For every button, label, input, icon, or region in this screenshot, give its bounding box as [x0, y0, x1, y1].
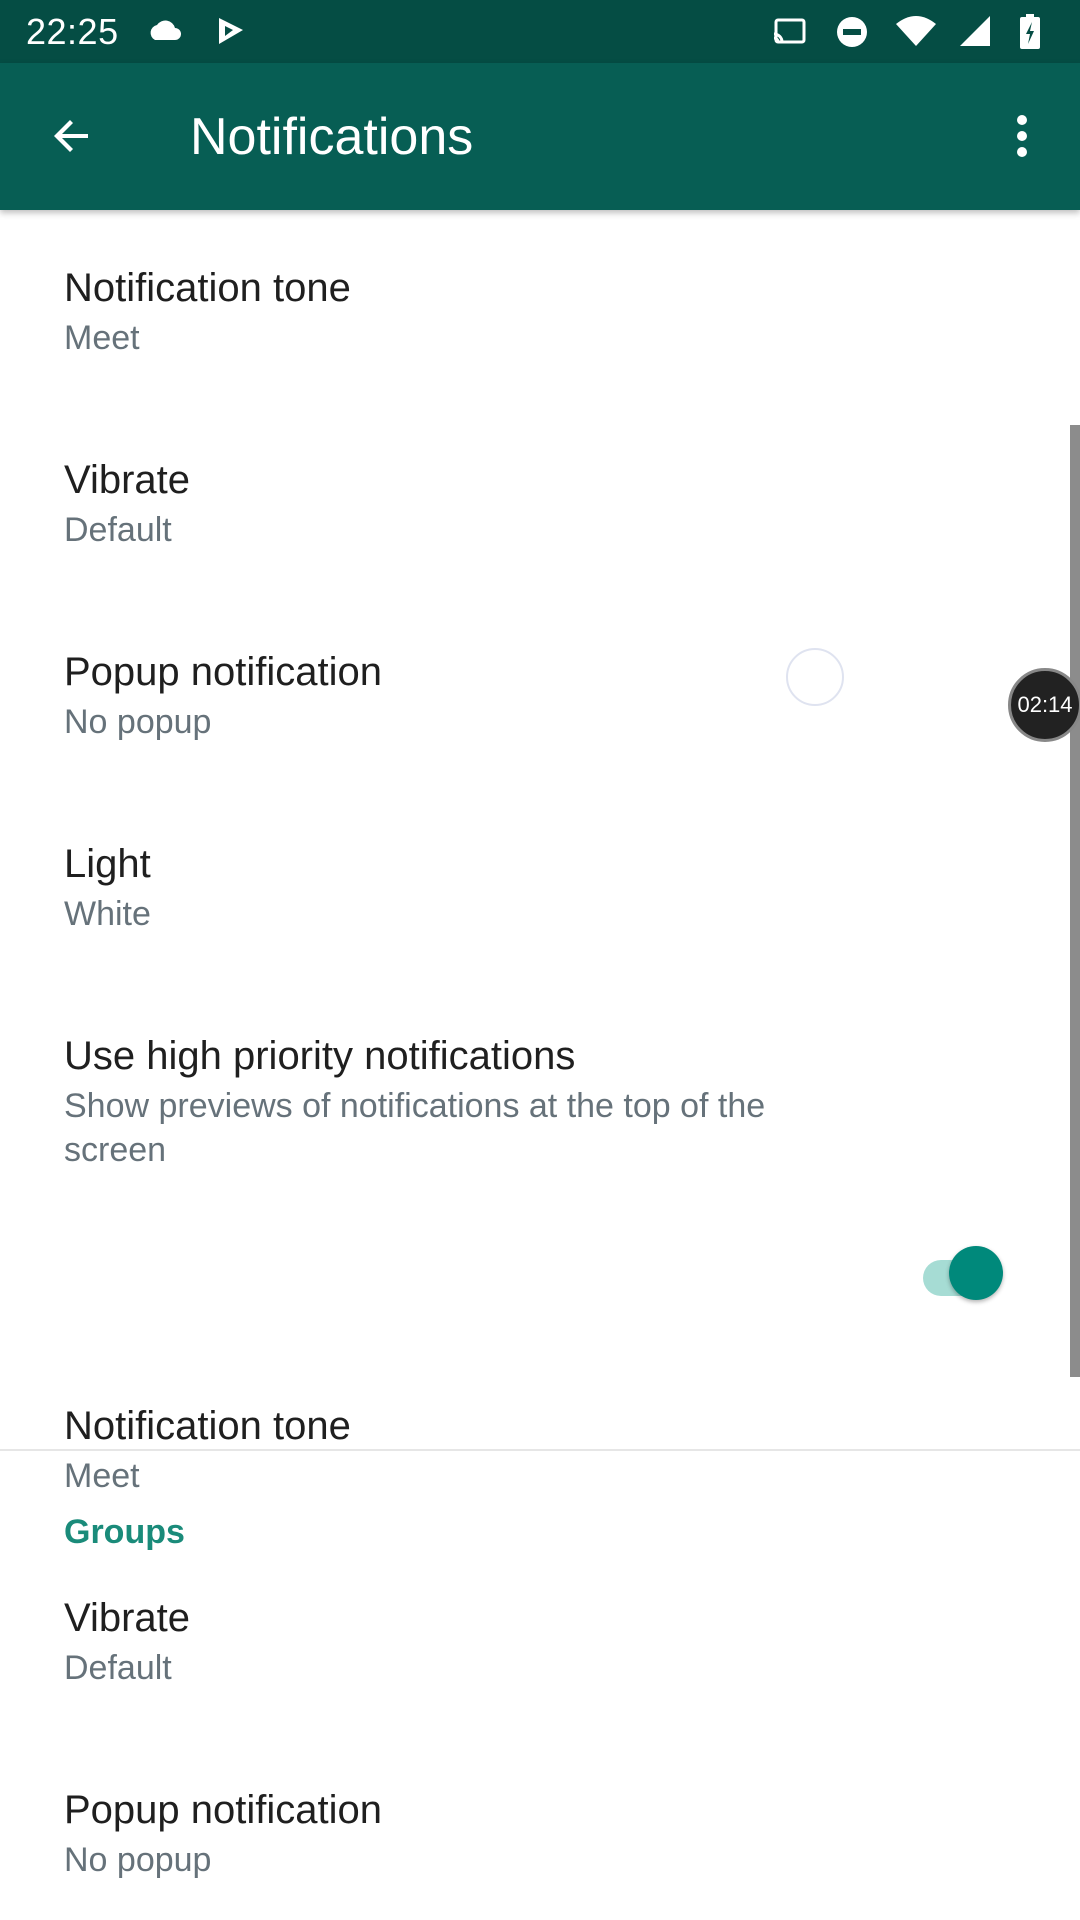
setting-popup-notification[interactable]: Popup notification No popup: [64, 648, 382, 744]
app-bar: Notifications: [0, 63, 1080, 210]
back-button[interactable]: [40, 104, 104, 168]
group-setting-vibrate[interactable]: Vibrate Default: [64, 1594, 190, 1690]
setting-vibrate[interactable]: Vibrate Default: [64, 456, 190, 552]
setting-title: Popup notification: [64, 1788, 383, 1832]
more-options-button[interactable]: [990, 104, 1054, 168]
setting-description: Show previews of notifications at the to…: [64, 1087, 766, 1169]
setting-title: Use high priority notifications: [64, 1034, 576, 1078]
status-time: 22:25: [26, 10, 119, 52]
toggle-thumb: [949, 1246, 1003, 1300]
setting-value: No popup: [64, 1841, 212, 1879]
status-bar-right: [770, 12, 1058, 52]
arrow-back-icon: [54, 120, 88, 152]
setting-title: Notification tone: [64, 266, 351, 310]
setting-value: Default: [64, 1649, 172, 1687]
setting-notification-tone[interactable]: Notification tone Meet: [64, 264, 351, 360]
timer-bubble[interactable]: 02:14: [1008, 668, 1080, 742]
status-bar-left: 22:25: [26, 11, 251, 53]
setting-title: Notification tone: [64, 1404, 351, 1448]
setting-value: No popup: [64, 703, 212, 741]
setting-title: Popup notification: [64, 650, 383, 694]
setting-value: Default: [64, 511, 172, 549]
setting-title: Vibrate: [64, 458, 191, 502]
setting-title: Light: [64, 842, 151, 886]
high-priority-toggle[interactable]: [921, 1242, 1005, 1302]
play-store-icon: [211, 12, 251, 52]
setting-high-priority[interactable]: Use high priority notifications Show pre…: [64, 1032, 864, 1172]
do-not-disturb-icon: [832, 12, 872, 52]
battery-charging-icon: [1018, 12, 1058, 52]
wifi-icon: [894, 12, 936, 52]
setting-title: Vibrate: [64, 1596, 191, 1640]
touch-ripple: [786, 648, 844, 706]
cast-icon: [770, 12, 810, 52]
cloud-icon: [145, 12, 185, 52]
setting-value: Meet: [64, 319, 140, 357]
group-setting-popup-notification[interactable]: Popup notification No popup: [64, 1786, 382, 1882]
signal-icon: [956, 12, 996, 52]
group-setting-notification-tone[interactable]: Notification tone Meet: [64, 1402, 351, 1498]
groups-section-header: Groups: [64, 1513, 185, 1551]
scrollbar[interactable]: [1070, 425, 1080, 1377]
more-vert-icon: [1017, 115, 1027, 157]
page-title: Notifications: [190, 108, 474, 166]
setting-value: White: [64, 895, 151, 933]
setting-value: Meet: [64, 1457, 140, 1495]
setting-light[interactable]: Light White: [64, 840, 151, 936]
status-bar: 22:25: [0, 0, 1080, 63]
